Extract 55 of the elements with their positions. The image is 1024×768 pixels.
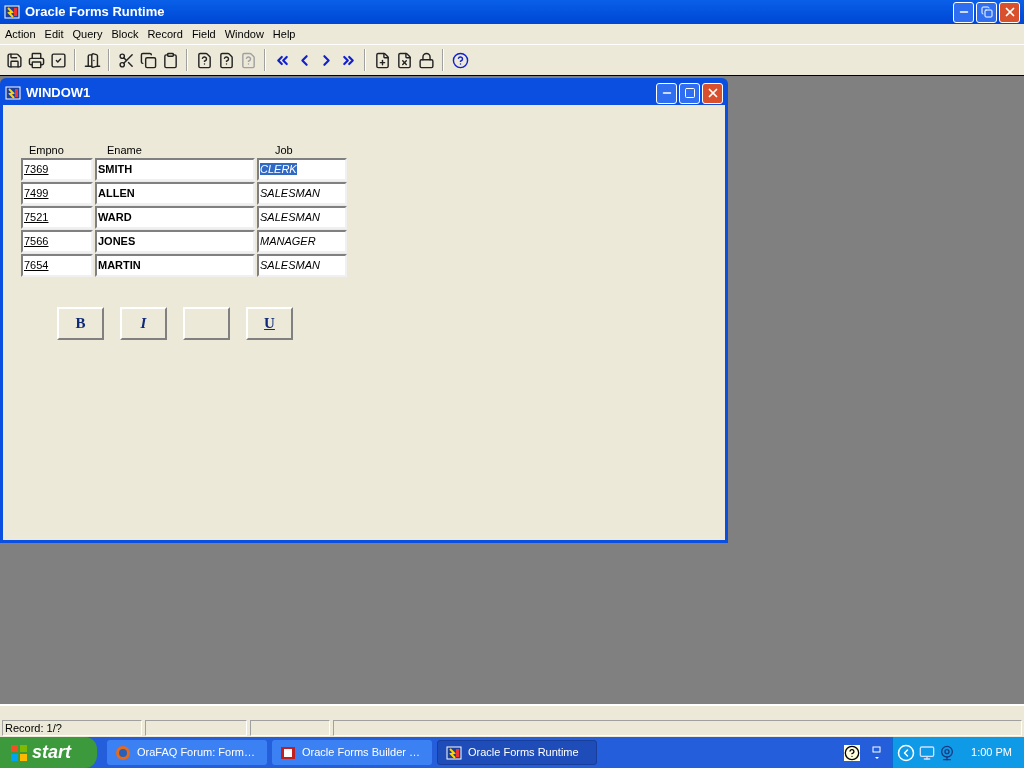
empno-field[interactable]: 7654 <box>21 254 93 277</box>
maximize-button[interactable] <box>679 82 700 104</box>
menu-item[interactable]: Block <box>108 25 142 43</box>
window-title: Oracle Forms Runtime <box>25 3 166 22</box>
start-button[interactable]: start <box>0 737 97 768</box>
job-field[interactable]: MANAGER <box>257 230 347 253</box>
show-hidden-icons-button[interactable] <box>897 743 916 762</box>
empno-field[interactable]: 7499 <box>21 182 93 205</box>
column-header: Ename <box>106 143 143 157</box>
taskbar-button[interactable]: OraFAQ Forum: Form… <box>107 740 267 765</box>
minimize-button[interactable] <box>953 1 974 23</box>
menu-item[interactable]: Edit <box>41 25 67 43</box>
ename-field[interactable]: MARTIN <box>95 254 255 277</box>
empno-field[interactable]: 7369 <box>21 158 93 181</box>
job-field[interactable]: SALESMAN <box>257 254 347 277</box>
webcam-icon[interactable] <box>939 744 956 761</box>
format-button[interactable]: B <box>57 307 104 340</box>
status-pane: Record: 1/? <box>2 720 142 736</box>
help-icon[interactable] <box>844 744 861 761</box>
format-button[interactable]: U <box>246 307 293 340</box>
menu-item[interactable]: Query <box>69 25 106 43</box>
column-header: Empno <box>28 143 65 157</box>
minimize-button[interactable] <box>656 82 677 104</box>
taskbar-button[interactable]: Oracle Forms Builder … <box>272 740 432 765</box>
restore-icon <box>980 6 993 18</box>
taskbar-button[interactable]: Oracle Forms Runtime <box>437 740 597 765</box>
menu-item[interactable]: Record <box>144 25 186 43</box>
close-button[interactable] <box>702 82 723 104</box>
clock: 1:00 PM <box>971 745 1012 761</box>
job-field[interactable]: SALESMAN <box>257 182 347 205</box>
app-icon <box>4 4 20 20</box>
form-window-title: WINDOW1 <box>26 84 92 103</box>
format-button[interactable] <box>183 307 230 340</box>
restore-button[interactable] <box>976 1 997 23</box>
menu-item[interactable]: Action <box>2 25 39 43</box>
app-icon <box>446 744 462 761</box>
menu-item[interactable]: Help <box>269 25 299 43</box>
ename-field[interactable]: ALLEN <box>95 182 255 205</box>
maximize-icon <box>683 87 696 99</box>
empno-field[interactable]: 7521 <box>21 206 93 229</box>
close-button[interactable] <box>999 1 1020 23</box>
ename-field[interactable]: JONES <box>95 230 255 253</box>
empno-field[interactable]: 7566 <box>21 230 93 253</box>
format-button[interactable]: I <box>120 307 167 340</box>
job-field[interactable]: SALESMAN <box>257 206 347 229</box>
menu-item[interactable]: Field <box>188 25 219 43</box>
restore-icon[interactable] <box>872 743 883 762</box>
windows-logo-icon <box>10 743 28 762</box>
ename-field[interactable]: WARD <box>95 206 255 229</box>
form-window-icon <box>5 85 21 101</box>
app-icon <box>280 744 296 761</box>
job-field[interactable]: CLERK <box>257 158 347 181</box>
column-header: Job <box>274 143 294 157</box>
ename-field[interactable]: SMITH <box>95 158 255 181</box>
menu-item[interactable]: Window <box>221 25 267 43</box>
